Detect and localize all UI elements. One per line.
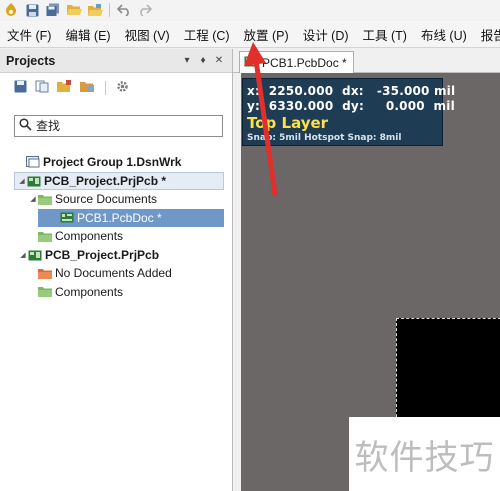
- tree-row[interactable]: ◢ PCB_Project.PrjPcb *: [14, 171, 224, 190]
- tree-item-label: PCB_Project.PrjPcb: [45, 247, 160, 262]
- pcb-project-icon: [27, 175, 41, 187]
- menu-place[interactable]: 放置 (P): [237, 21, 296, 47]
- hud-snap-info: Snap: 5mil Hotspot Snap: 8mil: [247, 133, 402, 143]
- hud-x-coordinate: x: 2250.000 dx: -35.000 mil: [247, 84, 456, 98]
- menu-view[interactable]: 视图 (V): [118, 21, 177, 47]
- menu-design[interactable]: 设计 (D): [296, 21, 356, 47]
- tree-item-label: Components: [55, 229, 124, 244]
- panel-menu-icon[interactable]: ▾: [180, 55, 194, 66]
- folder-icon: [38, 286, 52, 298]
- folder-empty-icon: [38, 267, 52, 279]
- save-all-icon[interactable]: [44, 1, 62, 19]
- undo-icon[interactable]: [115, 1, 133, 19]
- folder-icon: [38, 230, 52, 242]
- save-icon[interactable]: [23, 1, 41, 19]
- tree-row[interactable]: ◢ Source Documents: [0, 190, 232, 209]
- menu-project[interactable]: 工程 (C): [177, 21, 237, 47]
- panel-close-icon[interactable]: ✕: [212, 55, 226, 66]
- tree-item-label: Project Group 1.DsnWrk: [43, 155, 182, 170]
- expand-toggle-icon[interactable]: ◢: [18, 251, 28, 259]
- panel-toolbar-divider: [105, 81, 106, 95]
- project-search-box[interactable]: [14, 115, 223, 137]
- document-tab-strip: PCB1.PcbDoc *: [233, 49, 500, 73]
- project-group-icon: [26, 156, 40, 168]
- pcb-doc-icon: [60, 212, 74, 224]
- menu-tools[interactable]: 工具 (T): [356, 21, 414, 47]
- panel-project-options-icon[interactable]: [57, 80, 72, 96]
- tab-label: PCB1.PcbDoc *: [262, 55, 347, 70]
- expand-toggle-icon[interactable]: ◢: [17, 177, 27, 185]
- heads-up-display: x: 2250.000 dx: -35.000 mil y: 6330.000 …: [242, 78, 455, 146]
- tree-row[interactable]: PCB1.PcbDoc *: [38, 208, 224, 227]
- hud-y-coordinate: y: 6330.000 dy: 0.000 mil: [247, 99, 455, 113]
- folder-icon: [38, 193, 52, 205]
- tree-row[interactable]: No Documents Added: [0, 264, 232, 283]
- open-folder-icon[interactable]: [65, 1, 83, 19]
- tree-row[interactable]: Project Group 1.DsnWrk: [0, 153, 232, 172]
- redo-icon[interactable]: [136, 1, 154, 19]
- menu-route[interactable]: 布线 (U): [414, 21, 474, 47]
- tree-row[interactable]: Components: [0, 283, 232, 302]
- tree-item-label: PCB_Project.PrjPcb *: [44, 173, 167, 188]
- project-tree: Project Group 1.DsnWrk ◢ PCB_Project.PrjPc…: [0, 153, 232, 301]
- expand-toggle-icon[interactable]: ◢: [28, 195, 38, 203]
- tree-row[interactable]: ◢ PCB_Project.PrjPcb: [0, 246, 232, 265]
- projects-panel-header: Projects ▾ ♦ ✕: [0, 49, 232, 73]
- tree-item-label: No Documents Added: [55, 266, 172, 281]
- tree-item-label: PCB1.PcbDoc *: [77, 210, 162, 225]
- watermark-text: 软件技巧: [354, 437, 495, 478]
- menu-file[interactable]: 文件 (F): [0, 21, 58, 47]
- panel-compile-icon[interactable]: [35, 80, 49, 96]
- panel-settings-icon[interactable]: [116, 80, 129, 96]
- pcb-project-icon: [28, 249, 42, 261]
- watermark: 软件技巧: [349, 417, 500, 491]
- search-icon: [19, 118, 32, 134]
- app-logo-icon: [2, 1, 20, 19]
- toolbar-divider: [109, 3, 110, 17]
- tree-row[interactable]: Components: [0, 227, 232, 246]
- panel-title: Projects: [6, 53, 56, 68]
- panel-pin-icon[interactable]: ♦: [196, 55, 210, 66]
- panel-save-icon[interactable]: [14, 80, 27, 96]
- tree-item-label: Components: [55, 284, 124, 299]
- hud-current-layer: Top Layer: [247, 114, 329, 132]
- panel-toolbar: [0, 73, 232, 103]
- projects-panel: Projects ▾ ♦ ✕ Project Group 1.DsnWrk ◢ PC…: [0, 49, 233, 491]
- menu-reports[interactable]: 报告 (R): [474, 21, 500, 47]
- search-input[interactable]: [36, 119, 206, 133]
- open-project-icon[interactable]: [86, 1, 104, 19]
- menu-edit[interactable]: 编辑 (E): [58, 21, 117, 47]
- main-menu-bar: 文件 (F) 编辑 (E) 视图 (V) 工程 (C) 放置 (P) 设计 (D…: [0, 21, 500, 48]
- quick-access-toolbar: [0, 0, 500, 20]
- panel-add-document-icon[interactable]: [80, 80, 95, 96]
- pcb-doc-icon: [244, 56, 258, 70]
- tab-pcb1-pcbdoc[interactable]: PCB1.PcbDoc *: [239, 51, 354, 73]
- tree-item-label: Source Documents: [55, 192, 158, 207]
